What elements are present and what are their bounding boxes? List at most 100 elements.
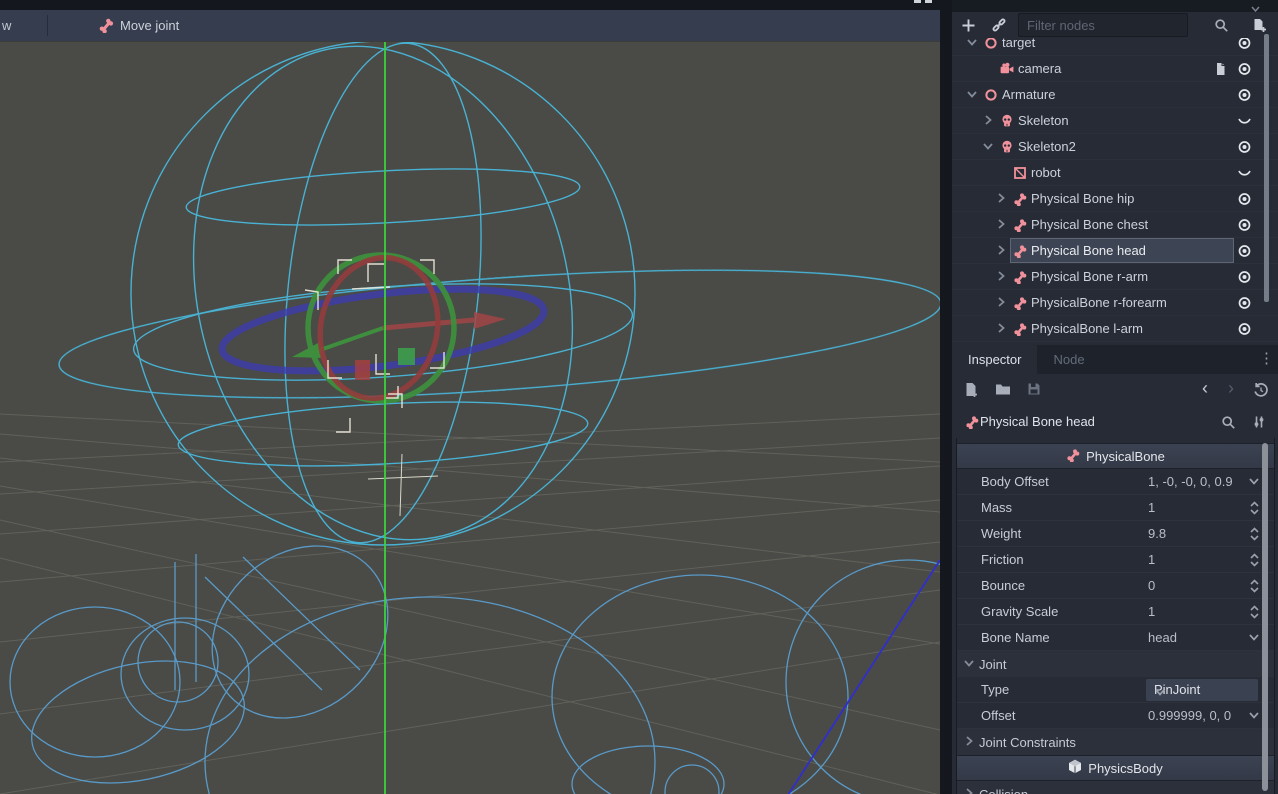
tree-row-camera[interactable]: camera	[952, 56, 1278, 82]
right-dock: targetcamera Armature SkeletonSkeleton2rob…	[952, 0, 1278, 794]
tree-row-physical-bone-chest[interactable]: Physical Bone chest	[952, 212, 1278, 238]
z-axis-line	[788, 560, 940, 794]
tab-inspector[interactable]: Inspector	[952, 345, 1037, 374]
tree-row-target[interactable]: target	[952, 38, 1278, 56]
chevron-down-icon[interactable]	[1248, 709, 1260, 724]
property-label: Bounce	[981, 578, 1025, 593]
new-resource-icon[interactable]	[964, 382, 979, 401]
expander-closed-icon[interactable]	[995, 322, 1007, 337]
bone-icon	[1066, 448, 1080, 465]
group-label: Collision	[979, 787, 1028, 794]
eye-icon[interactable]	[1237, 296, 1252, 313]
tree-row-physical-bone-head[interactable]: Physical Bone head	[952, 238, 1278, 264]
rotation-gizmo[interactable]	[218, 245, 548, 411]
spinner-updown-icon[interactable]	[1249, 553, 1260, 570]
clipped-tab-glyph	[914, 0, 921, 3]
property-value[interactable]: 1	[1148, 604, 1155, 619]
spinner-updown-icon[interactable]	[1249, 527, 1260, 544]
row-badges	[1214, 62, 1252, 79]
property-label: Bone Name	[981, 630, 1050, 645]
property-value[interactable]: head	[1148, 630, 1177, 645]
expander-open-icon[interactable]	[982, 140, 994, 155]
property-value[interactable]: 1, -0, -0, 0, 0.9	[1148, 474, 1233, 489]
eye-icon[interactable]	[1237, 322, 1252, 339]
node-name: Armature	[1002, 87, 1055, 102]
camera-icon	[1000, 62, 1014, 79]
scene-tree-scrollbar[interactable]	[1264, 34, 1269, 302]
tree-row-skeleton2[interactable]: Skeleton2	[952, 134, 1278, 160]
bone-icon	[1013, 218, 1027, 235]
script-icon[interactable]	[1214, 62, 1227, 79]
spinner-updown-icon[interactable]	[1249, 501, 1260, 518]
bone-icon	[98, 17, 114, 36]
group-joint-constraints[interactable]: Joint Constraints	[957, 729, 1274, 755]
filter-nodes-input[interactable]	[1018, 13, 1188, 37]
save-resource-icon[interactable]	[1027, 382, 1041, 399]
group-collision[interactable]: Collision	[957, 781, 1274, 794]
expander-closed-icon[interactable]	[995, 218, 1007, 233]
eye-icon[interactable]	[1237, 140, 1252, 157]
row-badges	[1237, 296, 1252, 313]
eye-icon[interactable]	[1237, 38, 1252, 53]
node-name: Physical Bone hip	[1031, 191, 1134, 206]
chevron-down-icon[interactable]	[1248, 475, 1260, 490]
eye-icon[interactable]	[1237, 244, 1252, 261]
eye-closed-icon[interactable]	[1237, 166, 1252, 183]
property-value[interactable]: 1	[1148, 552, 1155, 567]
tab-node[interactable]: Node	[1037, 345, 1100, 374]
tree-row-physical-bone-hip[interactable]: Physical Bone hip	[952, 186, 1278, 212]
object-history-icon[interactable]	[1253, 382, 1269, 401]
eye-closed-icon[interactable]	[1237, 114, 1252, 131]
spinner-updown-icon[interactable]	[1249, 605, 1260, 622]
bone-icon	[1013, 322, 1027, 339]
expander-open-icon[interactable]	[966, 38, 978, 51]
eye-icon[interactable]	[1237, 62, 1252, 79]
load-resource-icon[interactable]	[995, 382, 1011, 399]
property-value[interactable]: 9.8	[1148, 526, 1166, 541]
viewport-3d[interactable]	[0, 41, 940, 794]
tree-row-physical-bone-r-arm[interactable]: Physical Bone r-arm	[952, 264, 1278, 290]
expander-closed-icon[interactable]	[995, 296, 1007, 311]
expander-closed-icon[interactable]	[995, 192, 1007, 207]
add-node-icon[interactable]	[957, 13, 979, 37]
category-physicalbone[interactable]: PhysicalBone	[957, 443, 1274, 469]
group-label: Joint Constraints	[979, 735, 1076, 750]
dock-menu-icon[interactable]: ⋮	[1259, 349, 1274, 367]
tree-row-robot[interactable]: robot	[952, 160, 1278, 186]
property-label: Type	[981, 682, 1009, 697]
spinner-updown-icon[interactable]	[1249, 579, 1260, 596]
tree-row-physicalbone-l-arm[interactable]: PhysicalBone l-arm	[952, 316, 1278, 342]
eye-icon[interactable]	[1237, 270, 1252, 287]
inspector-scrollbar[interactable]	[1262, 443, 1268, 791]
eye-icon[interactable]	[1237, 88, 1252, 105]
property-row-weight: Weight9.8	[957, 521, 1274, 547]
property-label: Mass	[981, 500, 1012, 515]
expander-closed-icon[interactable]	[995, 270, 1007, 285]
eye-icon[interactable]	[1237, 192, 1252, 209]
tree-row-physicalbone-r-forearm[interactable]: PhysicalBone r-forearm	[952, 290, 1278, 316]
expander-closed-icon[interactable]	[982, 114, 994, 129]
property-tools-icon[interactable]	[1252, 415, 1266, 432]
history-forward-button[interactable]: ›	[1228, 378, 1234, 399]
group-joint[interactable]: Joint	[957, 651, 1274, 677]
property-value[interactable]: 0	[1148, 578, 1155, 593]
clipped-menu-button[interactable]: w	[2, 18, 11, 33]
tree-row-skeleton[interactable]: Skeleton	[952, 108, 1278, 134]
category-physicsbody[interactable]: PhysicsBody	[957, 755, 1274, 781]
chevron-down-icon[interactable]	[1248, 631, 1260, 646]
inspector-tabbar: Inspector Node ⋮	[952, 345, 1278, 374]
search-property-icon[interactable]	[1221, 415, 1236, 433]
inspector-object-bar: Physical Bone head	[952, 408, 1278, 438]
history-back-button[interactable]: ‹	[1202, 378, 1208, 399]
expander-open-icon[interactable]	[966, 88, 978, 103]
eye-icon[interactable]	[1237, 218, 1252, 235]
expander-closed-icon[interactable]	[995, 244, 1007, 259]
node-name: Physical Bone r-arm	[1031, 269, 1148, 284]
option-button-type[interactable]: PinJoint	[1146, 679, 1258, 701]
property-value[interactable]: 0.999999, 0, 0	[1148, 708, 1231, 723]
link-scene-icon[interactable]	[988, 13, 1010, 37]
property-value[interactable]: 1	[1148, 500, 1155, 515]
tree-row-armature[interactable]: Armature	[952, 82, 1278, 108]
spatial-icon	[984, 88, 998, 105]
row-badges	[1237, 322, 1252, 339]
